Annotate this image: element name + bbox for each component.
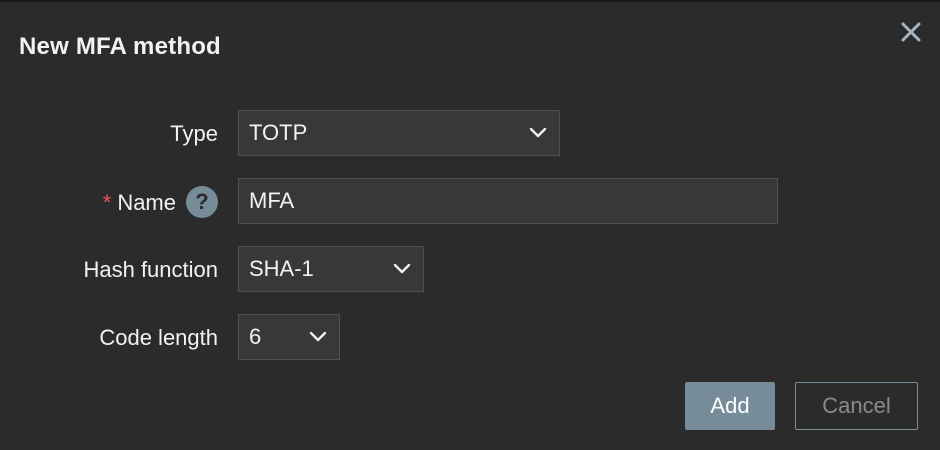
chevron-down-icon bbox=[529, 127, 547, 138]
dialog-title: New MFA method bbox=[19, 33, 221, 60]
chevron-down-icon bbox=[309, 331, 327, 342]
cancel-button[interactable]: Cancel bbox=[795, 382, 918, 430]
name-input-value: MFA bbox=[249, 188, 295, 213]
code-length-select[interactable]: 6 bbox=[238, 314, 340, 360]
hash-function-select-value: SHA-1 bbox=[249, 256, 314, 281]
type-select-value: TOTP bbox=[249, 120, 308, 145]
close-icon[interactable] bbox=[898, 19, 924, 45]
add-button[interactable]: Add bbox=[685, 382, 775, 430]
code-length-label-wrap: Code length bbox=[0, 314, 218, 362]
name-label-wrap: * Name? bbox=[0, 179, 218, 227]
required-marker: * bbox=[102, 189, 112, 215]
hash-function-label-wrap: Hash function bbox=[0, 246, 218, 294]
chevron-down-icon bbox=[393, 263, 411, 274]
name-label-group: * Name? bbox=[102, 186, 218, 220]
code-length-select-value: 6 bbox=[249, 324, 262, 349]
mfa-dialog: New MFA method Type TOTP * Name? MFA Hash… bbox=[0, 0, 940, 450]
code-length-label: Code length bbox=[99, 325, 218, 350]
hash-function-select[interactable]: SHA-1 bbox=[238, 246, 424, 292]
type-select[interactable]: TOTP bbox=[238, 110, 560, 156]
type-label: Type bbox=[170, 121, 218, 146]
hash-function-label: Hash function bbox=[83, 257, 218, 282]
type-label-wrap: Type bbox=[0, 110, 218, 158]
name-input[interactable]: MFA bbox=[238, 178, 778, 224]
name-label: Name bbox=[117, 189, 176, 215]
help-icon[interactable]: ? bbox=[186, 186, 218, 218]
